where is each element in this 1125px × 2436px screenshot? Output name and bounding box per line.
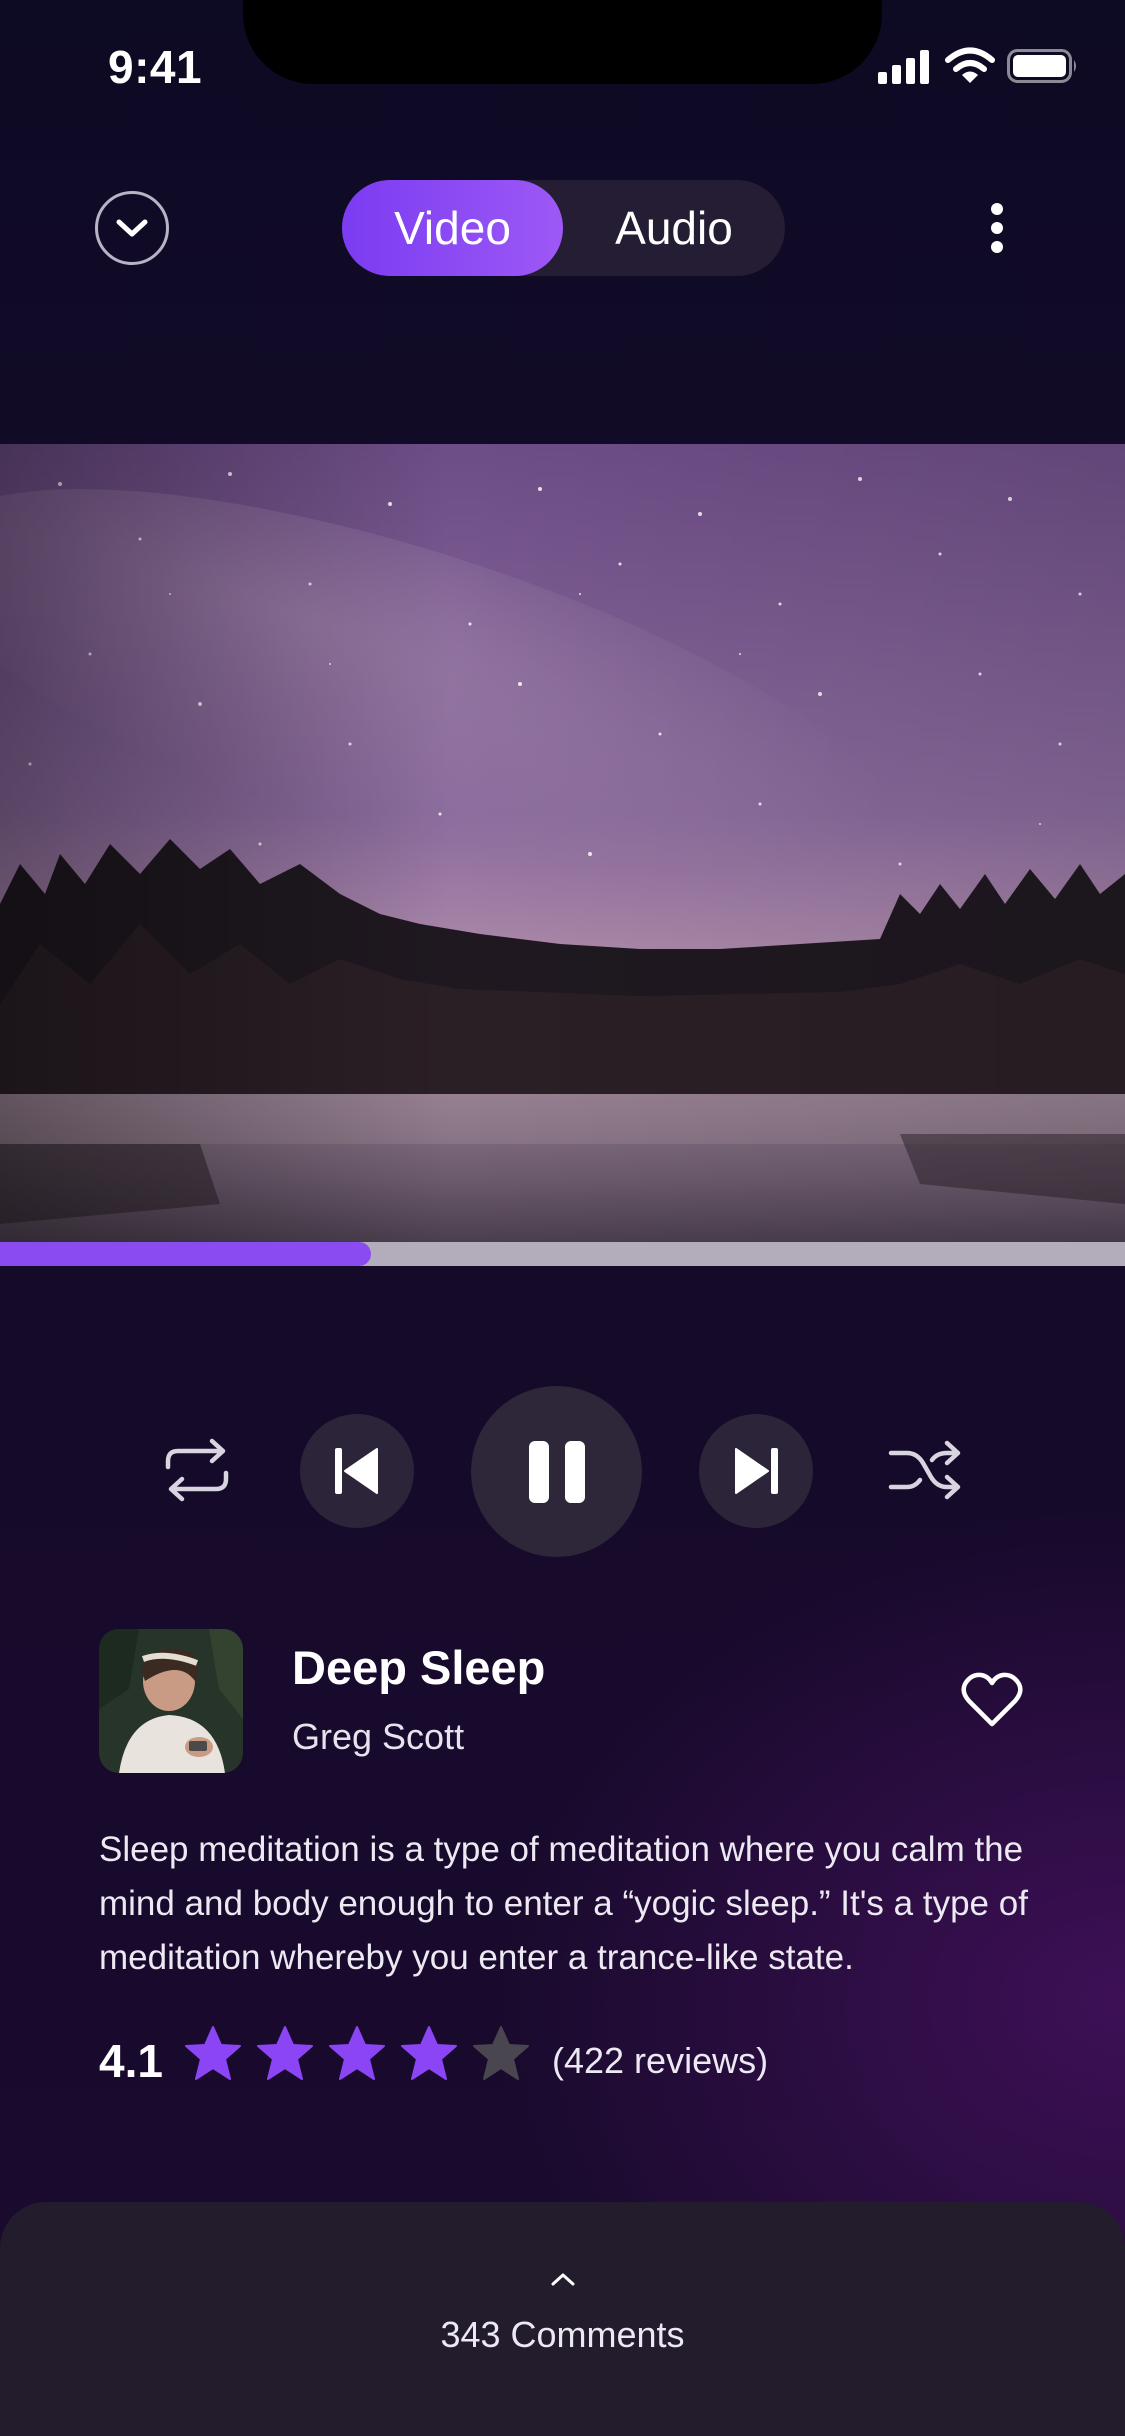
reviews-count[interactable]: (422 reviews) bbox=[552, 2040, 768, 2082]
status-bar: 9:41 bbox=[0, 0, 1125, 135]
battery-icon bbox=[1007, 49, 1076, 83]
repeat-icon bbox=[165, 1438, 229, 1502]
shuffle-icon bbox=[888, 1440, 961, 1500]
star-filled-icon bbox=[257, 2026, 313, 2080]
pause-icon bbox=[528, 1440, 585, 1503]
status-time: 9:41 bbox=[108, 41, 203, 93]
track-cover-image bbox=[99, 1629, 243, 1773]
star-filled-icon bbox=[185, 2026, 241, 2080]
rating-value: 4.1 bbox=[99, 2035, 163, 2087]
more-options-button[interactable] bbox=[975, 196, 1019, 260]
wifi-icon bbox=[945, 47, 995, 83]
tab-audio[interactable]: Audio bbox=[563, 180, 785, 276]
comments-count[interactable]: 343 Comments bbox=[0, 2314, 1125, 2356]
rating-stars bbox=[184, 2025, 544, 2091]
shuffle-button[interactable] bbox=[887, 1437, 963, 1503]
favorite-button[interactable] bbox=[961, 1672, 1023, 1728]
video-player[interactable] bbox=[0, 444, 1125, 1266]
track-title: Deep Sleep bbox=[292, 1641, 546, 1694]
track-artist[interactable]: Greg Scott bbox=[292, 1716, 464, 1758]
previous-button[interactable] bbox=[300, 1414, 414, 1528]
chevron-up-icon[interactable] bbox=[550, 2271, 576, 2287]
media-type-toggle: Video Audio bbox=[342, 180, 785, 276]
notch bbox=[243, 0, 882, 84]
star-filled-icon bbox=[329, 2026, 385, 2080]
next-button[interactable] bbox=[699, 1414, 813, 1528]
star-empty-icon bbox=[473, 2026, 529, 2080]
skip-previous-icon bbox=[335, 1448, 378, 1494]
tab-video[interactable]: Video bbox=[342, 180, 563, 276]
signal-icon bbox=[878, 50, 929, 84]
video-progress-bar[interactable] bbox=[0, 1242, 1125, 1266]
star-filled-icon bbox=[401, 2026, 457, 2080]
video-frame bbox=[0, 444, 1125, 1266]
skip-next-icon bbox=[735, 1448, 778, 1494]
track-description: Sleep meditation is a type of meditation… bbox=[99, 1830, 1028, 1977]
chevron-down-icon bbox=[116, 219, 148, 237]
player-screen: 9:41 Video Audio Deep Sleep Greg Scott S… bbox=[0, 0, 1125, 2436]
more-vertical-icon bbox=[991, 203, 1003, 253]
pause-button[interactable] bbox=[471, 1386, 642, 1557]
video-progress-fill bbox=[0, 1242, 372, 1266]
collapse-button[interactable] bbox=[95, 191, 169, 265]
repeat-button[interactable] bbox=[160, 1437, 234, 1503]
heart-icon bbox=[961, 1672, 1023, 1727]
